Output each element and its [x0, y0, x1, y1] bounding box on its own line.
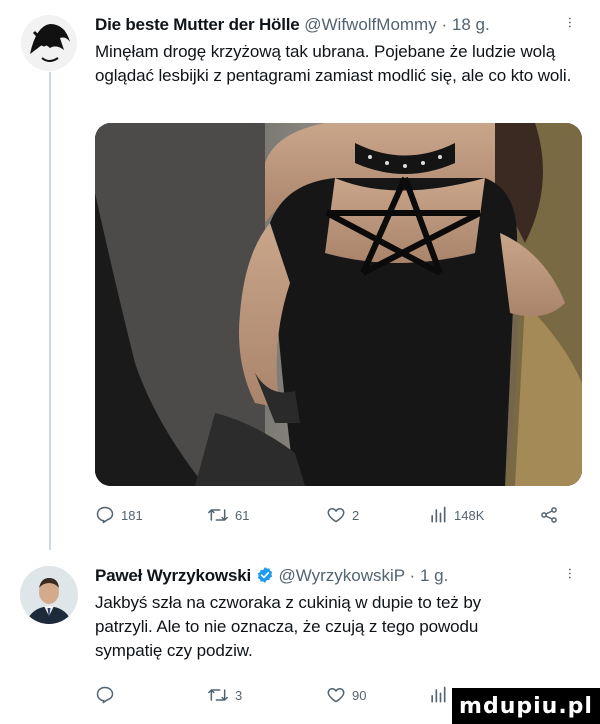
retweet-icon — [208, 509, 228, 521]
heart-icon — [327, 508, 345, 523]
like-button[interactable]: 2 — [326, 505, 359, 525]
tweet-text: Minęłam drogę krzyżową tak ubrana. Pojeb… — [95, 42, 572, 85]
retweet-count: 3 — [235, 687, 243, 703]
timestamp[interactable]: 18 g. — [452, 15, 490, 34]
avatar-image — [20, 566, 78, 624]
display-name[interactable]: Paweł Wyrzykowski — [95, 566, 251, 585]
avatar[interactable] — [20, 566, 78, 624]
heart-icon — [327, 688, 345, 703]
retweet-button[interactable]: 61 — [207, 505, 249, 525]
tweet-photo[interactable] — [95, 123, 582, 486]
views-button[interactable]: 148K — [428, 505, 484, 525]
reply-count: 181 — [121, 507, 143, 523]
reply-button[interactable] — [95, 685, 121, 705]
separator: · — [409, 566, 416, 585]
reply-icon — [96, 686, 114, 704]
share-icon — [541, 507, 557, 523]
like-button[interactable]: 90 — [326, 685, 366, 705]
tweet-header: Paweł Wyrzykowski @WyrzykowskiP · 1 g. — [95, 565, 448, 587]
user-handle[interactable]: @WifwolfMommy — [304, 15, 436, 34]
more-options-icon[interactable]: ··· — [562, 567, 579, 579]
avatar-image — [21, 15, 77, 71]
photo-image — [95, 123, 582, 486]
tweet-header: Die beste Mutter der Hölle @WifwolfMommy… — [95, 14, 490, 36]
display-name[interactable]: Die beste Mutter der Hölle — [95, 15, 300, 34]
watermark-logo: mdupiu.pl — [452, 688, 600, 724]
thread-line — [49, 72, 51, 550]
tweet-text: Jakbyś szła na czworaka z cukinią w dupi… — [95, 593, 482, 660]
separator: · — [441, 15, 448, 34]
views-icon — [431, 686, 446, 703]
like-count: 90 — [352, 687, 367, 703]
retweet-count: 61 — [235, 507, 250, 523]
like-count: 2 — [352, 507, 360, 523]
verified-badge-icon — [257, 567, 272, 583]
views-icon — [431, 506, 446, 523]
retweet-button[interactable]: 3 — [207, 685, 242, 705]
share-button[interactable] — [538, 505, 560, 525]
avatar[interactable] — [20, 14, 78, 72]
reply-button[interactable]: 181 — [95, 505, 143, 525]
reply-icon — [96, 506, 114, 524]
user-handle[interactable]: @WyrzykowskiP — [278, 566, 404, 585]
view-count: 148K — [454, 507, 485, 523]
retweet-icon — [208, 689, 228, 701]
timestamp[interactable]: 1 g. — [420, 566, 448, 585]
more-options-icon[interactable]: ··· — [562, 16, 579, 28]
